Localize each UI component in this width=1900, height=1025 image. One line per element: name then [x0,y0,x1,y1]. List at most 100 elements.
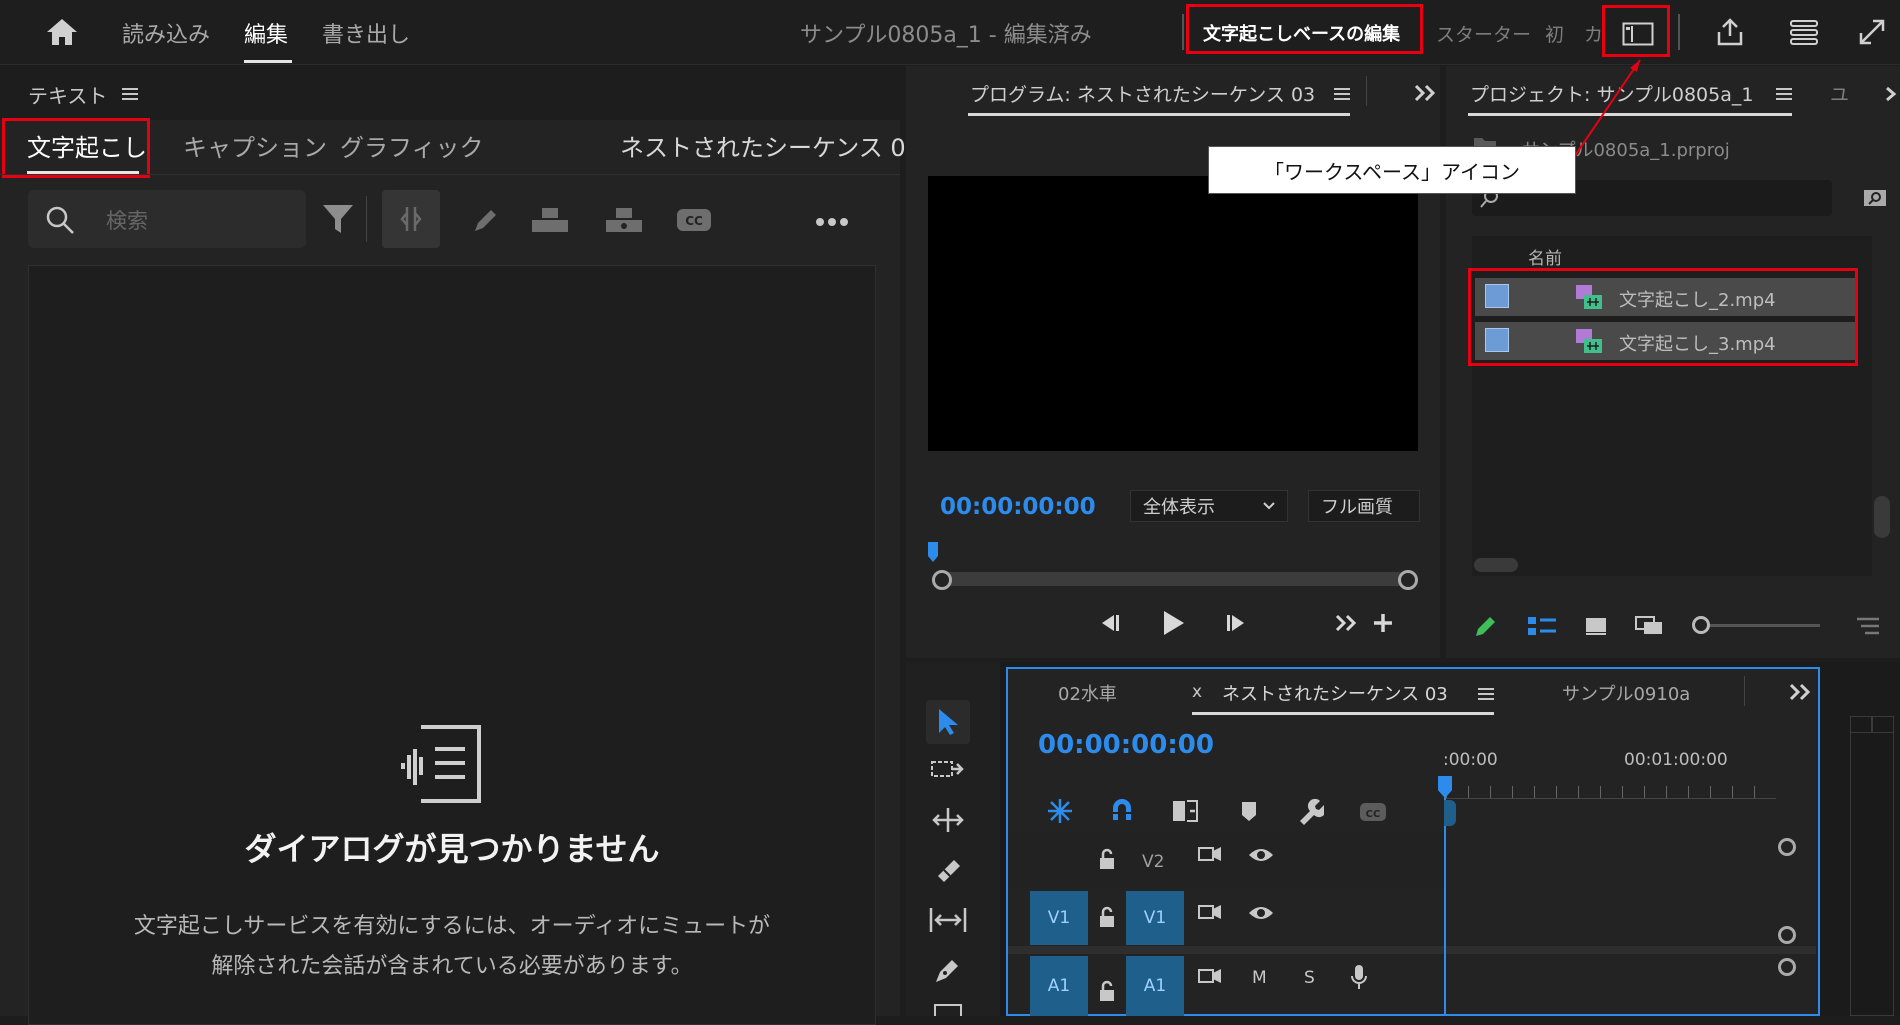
workspace-starter[interactable]: スターター [1436,20,1531,47]
panel-menu-icon[interactable] [1476,684,1496,704]
zoom-handle-bottom[interactable] [1778,958,1796,976]
quick-export-icon[interactable] [1782,10,1826,54]
thumbnail-size-slider[interactable] [1700,624,1820,627]
more-panels-chevron-icon[interactable] [1786,680,1814,704]
snap-icon[interactable] [1106,796,1138,826]
step-back-icon[interactable] [1094,608,1124,638]
mute-button[interactable]: M [1252,968,1267,988]
pencil-icon[interactable] [1470,610,1502,642]
filter-icon[interactable] [318,198,358,240]
column-header-name[interactable]: 名前 [1528,244,1562,269]
zoom-handle-right[interactable] [1398,570,1418,590]
create-captions-icon[interactable]: CC [672,200,716,240]
track-target-a1[interactable]: A1 [1126,956,1184,1016]
lock-icon[interactable] [1094,904,1120,930]
tab-close-icon[interactable]: x [1192,682,1202,702]
no-dialogue-icon [398,720,484,806]
tab-divider [0,174,900,175]
document-title: サンプル0805a_1 - 編集済み [800,23,1092,48]
wrench-icon[interactable] [1294,796,1326,826]
home-icon[interactable] [40,14,84,50]
zoom-handle-mid[interactable] [1778,926,1796,944]
timeline-tab-3[interactable]: サンプル0910a [1562,680,1690,706]
freeform-view-icon[interactable] [1632,610,1672,642]
search-input[interactable]: 検索 [28,190,306,248]
time-ruler[interactable] [1446,786,1776,798]
sync-lock-icon[interactable] [1196,964,1224,990]
track-name-v2: V2 [1142,852,1165,872]
timeline-tab-1[interactable]: 02水車 [1058,680,1117,706]
solo-button[interactable]: S [1304,968,1315,988]
eye-icon[interactable] [1246,900,1276,926]
microphone-icon[interactable] [1346,962,1372,992]
zoom-handle-left[interactable] [932,570,952,590]
rectangle-tool[interactable] [934,1004,962,1016]
nest-sequence-icon[interactable] [1044,796,1076,826]
workspace-truncated[interactable]: カ [1584,20,1603,47]
razor-icon[interactable] [928,852,968,888]
insert-segment-icon[interactable] [602,200,646,240]
program-scrub-bar[interactable] [940,572,1406,586]
track-header-v2 [1008,832,1446,888]
video-audio-divider[interactable] [1008,946,1816,954]
program-timecode[interactable]: 00:00:00:00 [940,494,1096,520]
more-panels-chevron-icon[interactable] [1882,82,1900,106]
panel-menu-icon[interactable] [1774,84,1794,104]
share-icon[interactable] [1708,10,1752,54]
tab-captions[interactable]: キャプション [183,128,327,163]
chevron-down-icon [1261,499,1277,513]
ruler-label-start: :00:00 [1443,750,1498,770]
track-select-forward-icon[interactable] [928,754,968,790]
add-button-icon[interactable] [1368,608,1398,638]
audio-meter [1850,716,1894,1016]
add-marker-icon[interactable] [1234,796,1264,826]
text-panel-title: テキスト [28,84,108,108]
source-patch-v1[interactable]: V1 [1030,891,1088,945]
nav-edit[interactable]: 編集 [244,17,288,49]
lock-icon[interactable] [1094,846,1120,872]
lock-icon[interactable] [1094,978,1120,1004]
icon-view-icon[interactable] [1580,610,1612,642]
split-segment-icon[interactable] [528,200,572,240]
more-options-icon[interactable] [808,208,856,236]
timeline-timecode[interactable]: 00:00:00:00 [1038,730,1214,760]
workspace-beginner[interactable]: 初 [1545,20,1564,47]
linked-selection-icon[interactable] [1168,796,1202,826]
fit-select[interactable]: 全体表示 [1130,490,1288,522]
vertical-scrollbar[interactable] [1874,496,1890,538]
eye-icon[interactable] [1246,842,1276,868]
sort-icon[interactable] [1852,612,1884,640]
annotation-callout: 「ワークスペース」アイコン [1208,146,1576,194]
quality-select[interactable]: フル画質 [1308,490,1420,522]
slip-tool-icon[interactable] [926,902,970,938]
more-panels-chevron-icon[interactable] [1410,80,1440,106]
sync-lock-icon[interactable] [1196,900,1224,926]
find-icon[interactable] [1860,184,1890,212]
fullscreen-icon[interactable] [1852,12,1892,52]
panel-menu-icon[interactable] [1332,84,1352,104]
in-point-marker[interactable] [1444,800,1456,826]
divider [366,196,367,242]
more-buttons-icon[interactable] [1332,610,1360,636]
pen-tool-icon[interactable] [928,952,968,988]
edit-pencil-icon[interactable] [466,200,506,240]
zoom-handle-top[interactable] [1778,838,1796,856]
captions-toggle-icon[interactable]: CC [1356,798,1390,826]
ripple-edit-icon[interactable] [928,802,968,838]
timeline-tab-2[interactable]: ネストされたシーケンス 03 [1222,680,1448,706]
nav-export[interactable]: 書き出し [322,17,410,49]
horizontal-scrollbar[interactable] [1474,558,1518,572]
list-view-icon[interactable] [1524,610,1560,642]
sync-lock-icon[interactable] [1196,842,1224,868]
program-monitor-tab[interactable]: プログラム: ネストされたシーケンス 03 [970,80,1315,107]
source-patch-a1[interactable]: A1 [1030,956,1088,1016]
track-target-v1[interactable]: V1 [1126,891,1184,945]
step-forward-icon[interactable] [1222,608,1252,638]
play-icon[interactable] [1156,606,1190,640]
panel-menu-icon[interactable] [120,84,140,104]
program-video-display [928,176,1418,451]
tab-graphics[interactable]: グラフィック [340,128,484,163]
next-panel-tab[interactable]: ユ [1830,80,1849,107]
slider-handle[interactable] [1692,616,1710,634]
nav-import[interactable]: 読み込み [122,17,210,49]
